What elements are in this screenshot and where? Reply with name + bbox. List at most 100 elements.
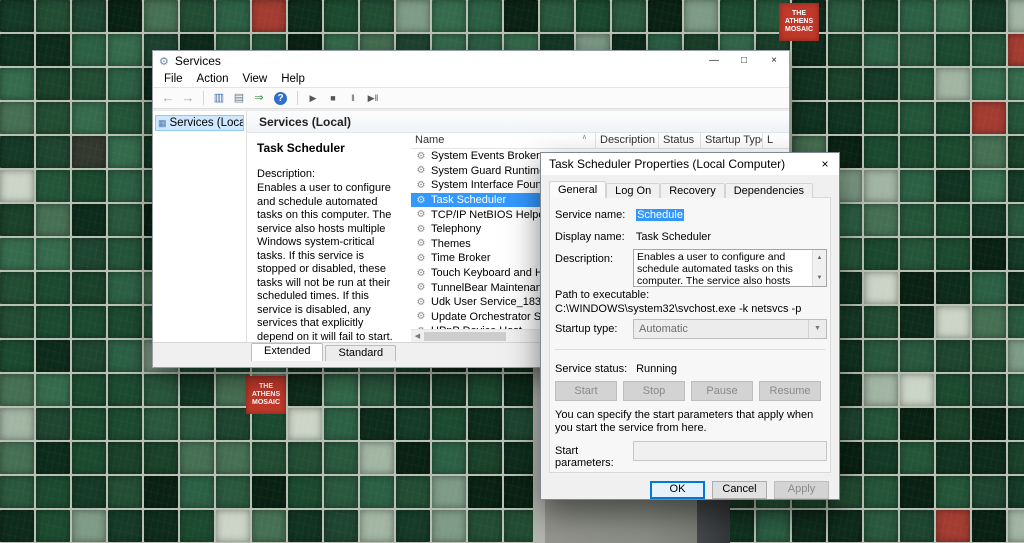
column-header-startup-type[interactable]: Startup Type [701,133,763,148]
display-name-value: Task Scheduler [636,231,711,243]
tab-log-on[interactable]: Log On [606,183,660,198]
menu-action[interactable]: Action [190,73,236,85]
service-name: Telephony [431,223,481,235]
close-icon[interactable]: × [759,51,789,71]
service-gear-icon: ⚙ [415,253,427,264]
scroll-up-icon[interactable]: ▲ [817,252,823,264]
properties-icon[interactable]: ▤ [230,90,248,106]
dialog-tabstrip: General Log On Recovery Dependencies [549,182,813,198]
service-name: Themes [431,238,471,250]
ok-button[interactable]: OK [650,481,705,499]
toolbar-separator [203,91,204,105]
services-window-title: Services [175,54,221,68]
dialog-titlebar[interactable]: Task Scheduler Properties (Local Compute… [541,153,839,175]
service-gear-icon: ⚙ [415,282,427,293]
service-gear-icon: ⚙ [415,180,427,191]
service-name-row: Service name: Schedule [555,209,825,221]
service-name-value[interactable]: Schedule [636,209,684,221]
description-label: Description: [555,253,633,265]
services-titlebar[interactable]: ⚙ Services — □ × [153,51,789,71]
toolbar-separator [297,91,298,105]
console-tree-icon[interactable]: ▥ [210,90,228,106]
pause-button: Pause [691,381,753,401]
textbox-scrollbar[interactable]: ▲ ▼ [812,250,826,286]
service-gear-icon: ⚙ [415,311,427,322]
scrollbar-thumb[interactable] [424,332,506,341]
menu-file[interactable]: File [157,73,190,85]
forward-icon[interactable]: → [179,90,197,106]
desktop: THE ATHENS MOSAIC THE ATHENS MOSAIC ⚙ Se… [0,0,1024,543]
chevron-down-icon: ▼ [808,320,826,338]
description-label: Description: [257,168,401,180]
tab-extended[interactable]: Extended [251,343,323,361]
service-status-label: Service status: [555,363,633,375]
startup-type-combobox: Automatic ▼ [633,319,827,339]
service-gear-icon: ⚙ [415,224,427,235]
start-parameters-label: Start parameters: [555,445,633,469]
restart-service-icon[interactable]: ▶‖ [364,90,382,106]
service-gear-icon: ⚙ [415,209,427,220]
service-description-text: Enables a user to configure and schedule… [257,182,401,342]
properties-dialog: Task Scheduler Properties (Local Compute… [540,152,840,500]
menubar: File Action View Help [153,71,789,88]
console-tree-pane: ▦ Services (Local) [153,111,247,342]
service-name: Task Scheduler [431,194,506,206]
description-textbox[interactable]: Enables a user to configure and schedule… [633,249,827,287]
list-column-headers: Name ∧ Description Status Startup Type L [411,133,789,149]
start-button: Start [555,381,617,401]
path-to-executable-label: Path to executable: [555,289,649,301]
start-parameters-hint: You can specify the start parameters tha… [555,409,829,435]
toolbar: ← → ▥ ▤ ⇒ ? ▶ ■ ‖ ▶‖ [153,88,789,109]
apply-button: Apply [774,481,829,499]
display-name-row: Display name: Task Scheduler [555,231,825,243]
tab-dependencies[interactable]: Dependencies [725,183,813,198]
maximize-icon[interactable]: □ [729,51,759,71]
console-root-icon: ▦ [158,118,167,129]
scroll-down-icon[interactable]: ▼ [817,272,823,284]
tab-general[interactable]: General [549,181,606,198]
service-name-label: Service name: [555,209,633,221]
tree-item-label: Services (Local) [170,117,244,129]
resume-button: Resume [759,381,821,401]
service-gear-icon: ⚙ [415,238,427,249]
start-service-icon[interactable]: ▶ [304,90,322,106]
column-header-log-on-as[interactable]: L [763,133,789,148]
pane-header-title: Services (Local) [247,111,789,133]
service-gear-icon: ⚙ [415,268,427,279]
path-value-row: C:\WINDOWS\system32\svchost.exe -k netsv… [555,303,825,315]
minimize-icon[interactable]: — [699,51,729,71]
tab-standard[interactable]: Standard [325,345,396,361]
divider [555,349,825,350]
column-header-status[interactable]: Status [659,133,701,148]
display-name-label: Display name: [555,231,633,243]
dialog-close-icon[interactable]: × [811,153,839,175]
menu-help[interactable]: Help [274,73,312,85]
stop-service-icon[interactable]: ■ [324,90,342,106]
tab-recovery[interactable]: Recovery [660,183,724,198]
cancel-button[interactable]: Cancel [712,481,767,499]
column-header-name[interactable]: Name ∧ [411,133,596,148]
path-to-executable-value: C:\WINDOWS\system32\svchost.exe -k netsv… [555,303,801,315]
stop-button: Stop [623,381,685,401]
services-app-icon: ⚙ [159,55,169,68]
path-label-row: Path to executable: [555,289,825,301]
dialog-title: Task Scheduler Properties (Local Compute… [549,157,785,171]
service-status-value: Running [636,363,677,375]
menu-view[interactable]: View [236,73,275,85]
window-controls: — □ × [699,51,789,71]
help-icon[interactable]: ? [274,92,287,105]
back-icon[interactable]: ← [159,90,177,106]
service-name: TCP/IP NetBIOS Helper [431,209,548,221]
tree-item-services-local[interactable]: ▦ Services (Local) [155,115,244,131]
wallpaper-brand-tile-top: THE ATHENS MOSAIC [779,3,819,41]
service-name: Time Broker [431,252,491,264]
dialog-action-buttons: OK Cancel Apply [650,481,829,499]
service-gear-icon: ⚙ [415,165,427,176]
pause-service-icon[interactable]: ‖ [344,90,362,106]
column-header-description[interactable]: Description [596,133,659,148]
service-gear-icon: ⚙ [415,195,427,206]
startup-type-value: Automatic [639,323,688,335]
scroll-left-icon[interactable]: ◀ [411,332,424,340]
service-description-pane: Task Scheduler Description: Enables a us… [247,133,411,342]
export-list-icon[interactable]: ⇒ [250,90,268,106]
